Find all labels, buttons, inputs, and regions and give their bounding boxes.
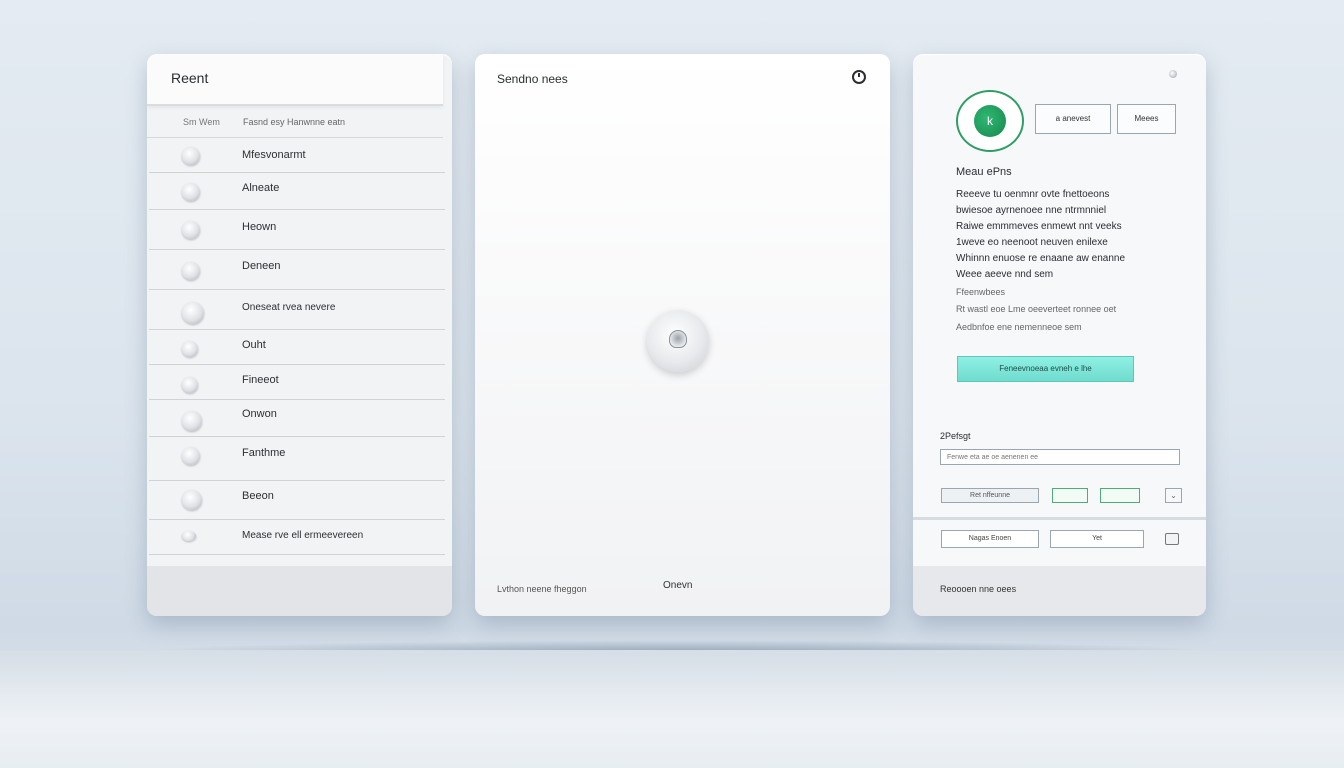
avatar[interactable]: k <box>956 90 1024 152</box>
toggle-chip[interactable] <box>1052 488 1088 503</box>
list-item[interactable]: Deneen <box>149 250 445 290</box>
center-orb-button[interactable] <box>647 310 709 372</box>
description-line: Reeeve tu oenmnr ovte fnettoeons <box>956 189 1110 200</box>
filter-row[interactable]: Sm Wem Fasnd esy Hanwnne eatn <box>147 108 443 138</box>
filter-chip[interactable]: Ret nffeunne <box>941 488 1039 503</box>
item-orb-icon <box>182 221 200 239</box>
item-orb-icon <box>182 341 198 357</box>
settings-icon[interactable] <box>1169 70 1177 78</box>
filter-label-b[interactable]: Fasnd esy Hanwnne eatn <box>243 117 345 127</box>
avatar-initial: k <box>974 105 1006 137</box>
meta-text: Rt wastl eoe Lme oeeverteet ronnee oet <box>956 304 1117 314</box>
preview-panel: Sendno nees Lvthon neene fheggon Onevn <box>475 54 890 616</box>
item-orb-icon <box>182 531 196 541</box>
item-orb-icon <box>182 377 198 393</box>
recent-title: Reent <box>171 70 209 86</box>
description-line: bwiesoe ayrnenoee nne ntrmnniel <box>956 205 1107 216</box>
cta-button[interactable]: Feneevnoeaa evneh e lhe <box>957 356 1134 382</box>
recent-footer <box>147 566 452 616</box>
details-panel: k a anevest Meees Meau ePns Reeeve tu oe… <box>913 54 1206 616</box>
list-item[interactable]: Fineeot <box>149 365 445 400</box>
item-orb-icon <box>182 147 200 165</box>
list-item-label: Mease rve ell ermeevereen <box>242 530 364 541</box>
select-field[interactable]: Yet <box>1050 530 1144 548</box>
description-line: Weee aeeve nnd sem <box>956 269 1054 280</box>
floor <box>0 650 1344 768</box>
toggle-chip[interactable] <box>1100 488 1140 503</box>
item-orb-icon <box>182 302 204 324</box>
list-item-label: Ouht <box>242 339 266 351</box>
text-input[interactable]: Fenwe eta ae oe aenenen ee <box>940 449 1180 465</box>
list-item[interactable]: Mfesvonarmt <box>149 138 445 173</box>
description-line: Whinnn enuose re enaane aw enanne <box>956 253 1126 264</box>
description-line: Raiwe emmmeves enmewt nnt veeks <box>956 221 1122 232</box>
preview-title: Sendno nees <box>497 72 568 86</box>
lock-icon <box>669 330 687 348</box>
divider <box>913 517 1206 520</box>
item-orb-icon <box>182 447 200 465</box>
list-item[interactable]: Alneate <box>149 173 445 210</box>
box-icon[interactable] <box>1165 533 1179 545</box>
description-line: 1weve eo neenoot neuven enilexe <box>956 237 1108 248</box>
list-item[interactable]: Heown <box>149 210 445 250</box>
list-item-label: Fanthme <box>242 447 286 459</box>
recent-header: Reent <box>147 54 443 106</box>
item-orb-icon <box>182 490 202 510</box>
meta-text: Aedbnfoe ene nemenneoe sem <box>956 322 1082 332</box>
list-item[interactable]: Beeon <box>149 481 445 520</box>
recent-panel: Reent Sm Wem Fasnd esy Hanwnne eatn Mfes… <box>147 54 452 616</box>
list-item-label: Onwon <box>242 408 277 420</box>
list-item-label: Alneate <box>242 182 280 194</box>
preview-footer-text: Lvthon neene fheggon <box>497 584 587 594</box>
list-item[interactable]: Mease rve ell ermeevereen <box>149 520 445 555</box>
secondary-button[interactable]: a anevest <box>1035 104 1111 134</box>
list-item[interactable]: Oneseat rvea nevere <box>149 290 445 330</box>
chevron-down-icon[interactable]: ⌄ <box>1165 488 1182 503</box>
primary-button[interactable]: Meees <box>1117 104 1176 134</box>
list-item-label: Heown <box>242 221 277 233</box>
meta-text: Ffeenwbees <box>956 287 1006 297</box>
profile-name: Meau ePns <box>956 166 1012 178</box>
item-orb-icon <box>182 262 200 280</box>
list-item-label: Fineeot <box>242 374 279 386</box>
list-item[interactable]: Ouht <box>149 330 445 365</box>
power-icon[interactable] <box>852 70 866 84</box>
item-orb-icon <box>182 183 200 201</box>
footer-text: Reoooen nne oees <box>940 584 1017 594</box>
list-item-label: Deneen <box>242 260 281 272</box>
list-item[interactable]: Fanthme <box>149 437 445 481</box>
list-item-label: Oneseat rvea nevere <box>242 302 336 313</box>
details-footer: Reoooen nne oees <box>913 566 1206 616</box>
list-item[interactable]: Onwon <box>149 400 445 437</box>
filter-label-a[interactable]: Sm Wem <box>183 117 220 127</box>
field-label: 2Pefsgt <box>940 431 971 441</box>
list-item-label: Mfesvonarmt <box>242 149 306 161</box>
preview-footer-action[interactable]: Onevn <box>663 580 692 591</box>
item-orb-icon <box>182 411 202 431</box>
list-item-label: Beeon <box>242 490 274 502</box>
select-field[interactable]: Nagas Enoen <box>941 530 1039 548</box>
